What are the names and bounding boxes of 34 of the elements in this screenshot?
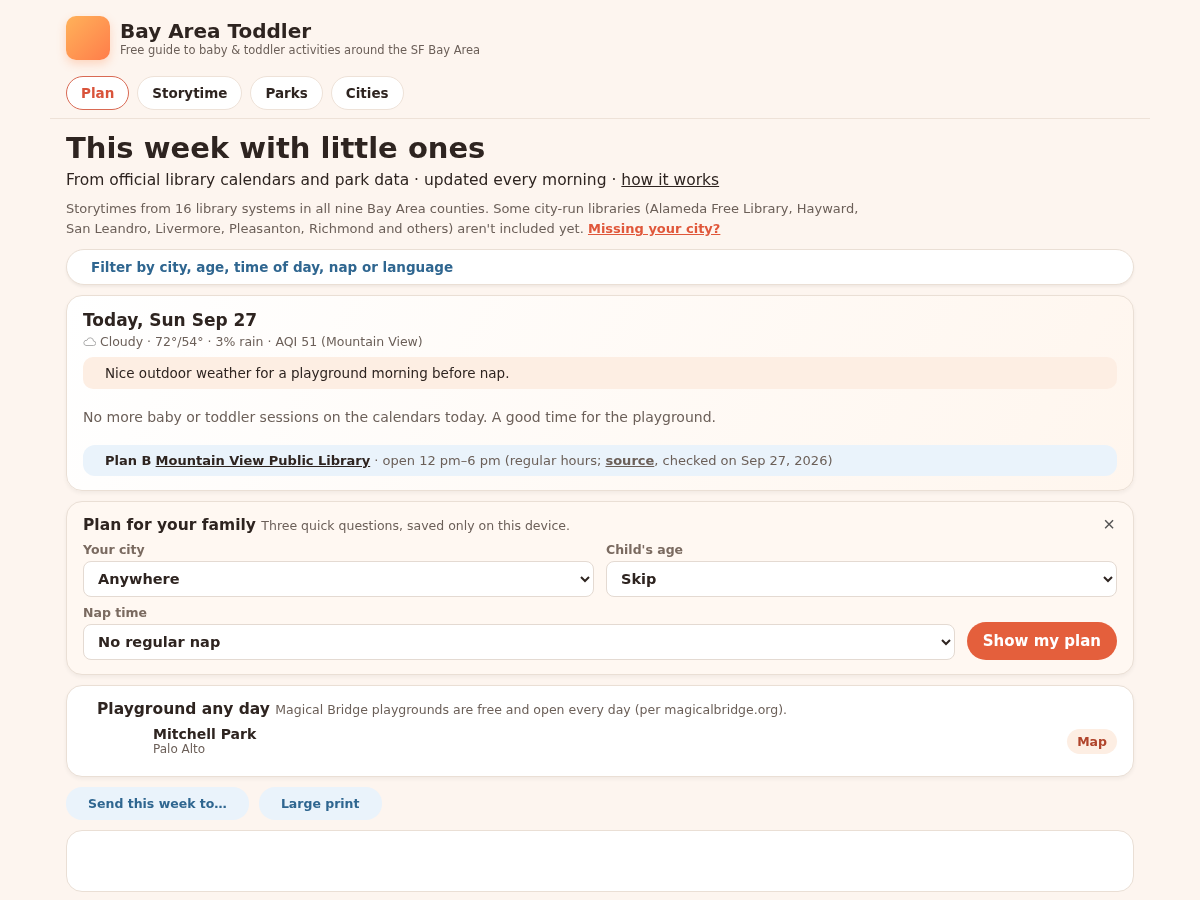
weather-tip: Nice outdoor weather for a playground morning before nap. (83, 357, 1117, 389)
page-subheading: From official library calendars and park data · updated every morning · how it works (66, 171, 721, 189)
nav-tab[interactable]: Cities (330, 76, 404, 110)
playground-heading: Playground any day Magical Bridge playgrounds are free and open every day (per magicalbridge.org). (97, 700, 788, 718)
weather-summary: Cloudy · 72°/54° · 3% rain · AQI 51 (Mountain View) (100, 334, 423, 349)
intro-paragraph: Storytimes from 16 library systems in all nine Bay Area counties. Some city-run libraries (Alameda Free Library, Hayward, San Leandro, Livermore, Pleasanton, Richmond and others) aren't included yet. Missing your city? (66, 200, 860, 238)
select-field[interactable]: Skip (606, 561, 1117, 597)
how-it-works-link[interactable]: how it works (621, 171, 720, 189)
map-button[interactable]: Map (1067, 728, 1117, 754)
site-tagline: Free guide to baby & toddler activities around the SF Bay Area (120, 43, 481, 57)
nav-tab[interactable]: Storytime (137, 76, 243, 110)
app-logo-icon (66, 16, 110, 60)
cloud-icon (83, 337, 96, 346)
field-label: Your city (83, 542, 146, 557)
field-label: Nap time (83, 605, 148, 620)
filter-button[interactable]: Filter by city, age, time of day, nap or language (66, 249, 1134, 285)
page-heading: This week with little ones (66, 131, 487, 165)
select-field[interactable]: No regular nap (83, 624, 955, 660)
field-label: Child's age (606, 542, 685, 557)
park-city: Palo Alto (153, 742, 207, 756)
nav-tab[interactable]: Plan (66, 76, 130, 110)
family-plan-heading: Plan for your family Three quick questions, saved only on this device. (83, 516, 570, 534)
site-title: Bay Area Toddler (120, 19, 313, 43)
action-button[interactable]: Send this week to… (66, 787, 249, 820)
select-field[interactable]: Anywhere (83, 561, 594, 597)
nav-tab[interactable]: Parks (250, 76, 323, 110)
plan-b-note: Plan B Mountain View Public Library · open 12 pm–6 pm (regular hours; source, checked on Sep 27, 2026) (83, 445, 1117, 476)
no-sessions-note: No more baby or toddler sessions on the calendars today. A good time for the playground. (83, 408, 718, 427)
library-link[interactable]: Mountain View Public Library (155, 453, 371, 468)
today-title: Today, Sun Sep 27 (83, 310, 259, 330)
show-plan-button[interactable]: Show my plan (966, 622, 1117, 660)
close-button[interactable]: × (1099, 514, 1119, 534)
action-button[interactable]: Large print (258, 787, 382, 820)
park-name: Mitchell Park (153, 726, 258, 742)
